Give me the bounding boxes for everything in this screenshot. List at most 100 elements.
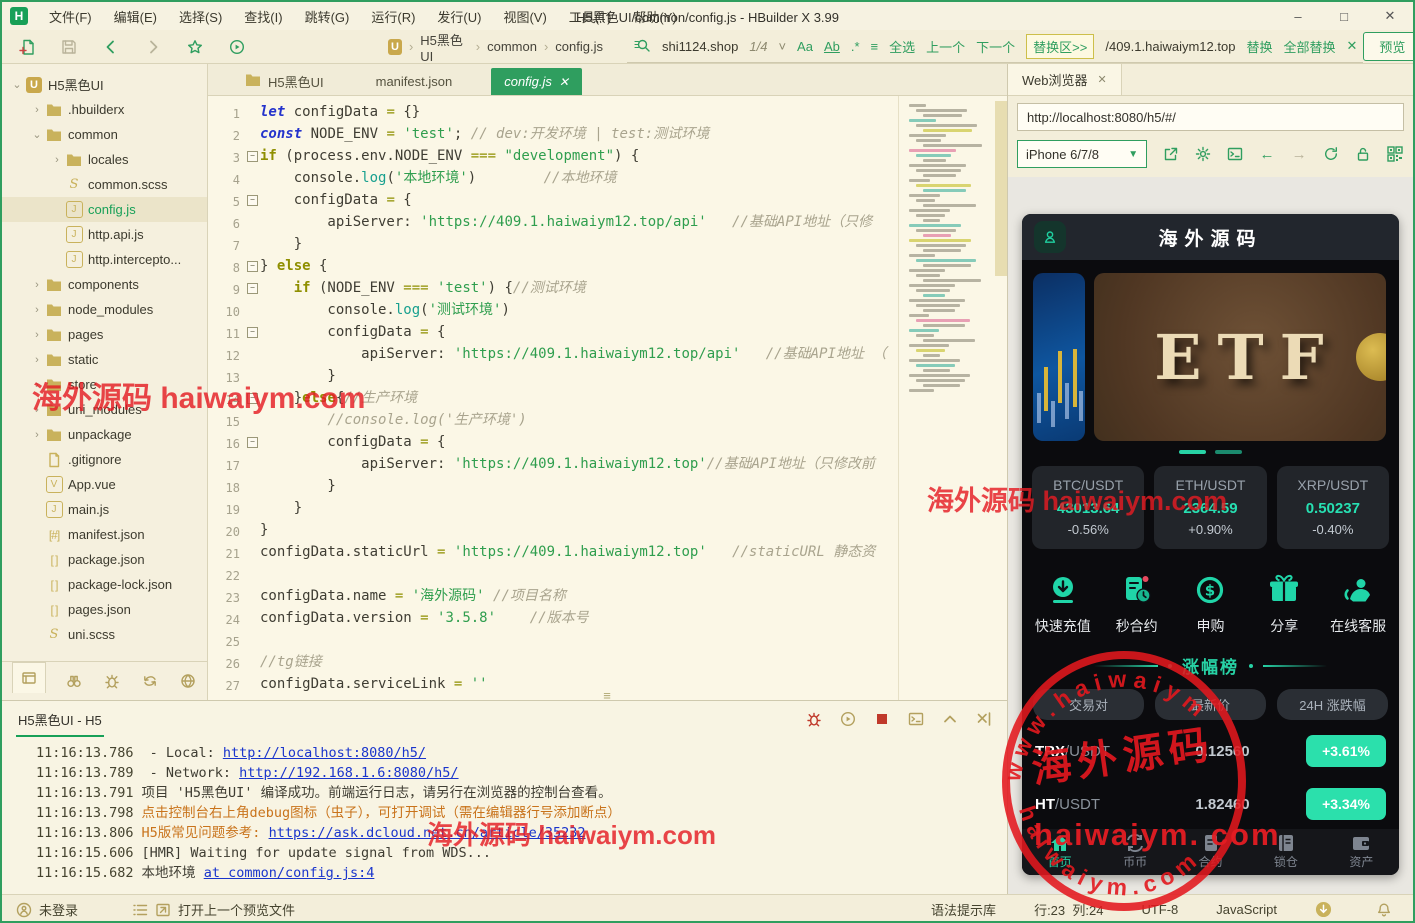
user-avatar-icon[interactable] [1034,221,1066,253]
devtools-icon[interactable] [1226,145,1243,163]
bookmark-star-icon[interactable] [186,38,204,56]
debug-view-icon[interactable] [103,671,122,691]
regex-button[interactable]: .* [851,39,860,54]
files-view-icon[interactable] [12,661,46,693]
replace-button[interactable]: 替换 [1246,37,1272,56]
search-input[interactable]: shi1124.shop [662,39,738,54]
maximize-button[interactable]: □ [1321,2,1367,30]
tree-item[interactable]: › pages [2,322,207,347]
new-file-icon[interactable] [18,38,36,56]
match-case-button[interactable]: Aa [797,39,813,54]
close-search-icon[interactable]: ✕ [1346,38,1357,54]
console-link[interactable]: at common/config.js:4 [204,865,375,881]
tree-item[interactable]: S uni.scss [2,622,207,647]
menu-item[interactable]: 编辑(E) [103,3,168,30]
minimap-scrollbar[interactable] [995,101,1007,276]
banner-carousel[interactable]: ETF [1022,273,1399,441]
fold-marker-icon[interactable]: − [245,255,260,277]
encoding[interactable]: UTF-8 [1141,902,1178,917]
open-prev-preview[interactable]: 打开上一个预览文件 [178,900,295,919]
in-selection-button[interactable]: ≡ [871,39,879,54]
tree-item[interactable]: › store [2,372,207,397]
banner-slide-etf[interactable]: ETF [1094,273,1386,441]
open-external-icon[interactable] [1162,145,1179,163]
tree-item[interactable]: › node_modules [2,297,207,322]
breadcrumb[interactable]: U › H5黑色UI › common › config.js [378,26,613,68]
ticker-card[interactable]: BTC/USDT 43013.64 -0.56% [1032,466,1145,549]
menu-item[interactable]: 文件(F) [38,3,103,30]
fold-marker-icon[interactable]: − [245,145,260,167]
tree-item[interactable]: S common.scss [2,172,207,197]
tree-item[interactable]: › components [2,272,207,297]
code-area[interactable]: 1 let configData = {} 2 const NODE_ENV =… [208,96,898,700]
device-selector[interactable]: iPhone 6/7/8 ▼ [1017,140,1148,168]
close-button[interactable]: ✕ [1367,2,1413,30]
console-tab[interactable]: H5黑色UI - H5 [16,701,104,738]
menu-item[interactable]: 视图(V) [492,3,557,30]
carousel-dot[interactable] [1179,450,1206,454]
select-all-button[interactable]: 全选 [889,37,915,56]
menu-item[interactable]: 选择(S) [168,3,233,30]
find-next-button[interactable]: 下一个 [976,37,1015,56]
tree-item[interactable]: › locales [2,147,207,172]
rank-row[interactable]: HT/USDT 1.82460 +3.34% [1022,777,1399,830]
tree-item[interactable]: .gitignore [2,447,207,472]
carousel-dot[interactable] [1215,450,1242,454]
minimap[interactable] [898,96,1007,701]
account-icon[interactable] [16,902,33,918]
tree-item[interactable]: ⌄ common [2,122,207,147]
forward-icon[interactable] [144,38,162,56]
tree-item[interactable]: ⌄ U H5黑色UI [2,72,207,97]
login-status[interactable]: 未登录 [39,900,78,919]
tree-item[interactable]: [ ] package-lock.json [2,572,207,597]
feature-4[interactable]: 在线客服 [1321,571,1395,636]
menu-item[interactable]: 跳转(G) [294,3,361,30]
nav-0[interactable]: 首页 [1022,829,1097,875]
tree-item[interactable]: V App.vue [2,472,207,497]
rank-tab[interactable]: 24H 涨跌幅 [1277,689,1388,720]
browser-tab[interactable]: Web浏览器 ✕ [1008,64,1122,95]
cursor-position[interactable]: 行:23 列:24 [1034,900,1103,919]
search-files-icon[interactable] [65,671,84,691]
banner-prev-slide[interactable] [1033,273,1085,441]
tree-item[interactable]: J main.js [2,497,207,522]
close-panel-icon[interactable] [975,710,993,728]
settings-gear-icon[interactable] [1194,145,1211,163]
tree-item[interactable]: J http.intercepto... [2,247,207,272]
preview-file-icon[interactable] [155,902,172,918]
rank-tab[interactable]: 交易对 [1033,689,1144,720]
replace-input[interactable]: /409.1.haiwaiym12.top [1105,39,1235,54]
nav-2[interactable]: 合约 [1173,829,1248,875]
syntax-lib[interactable]: 语法提示库 [931,900,996,919]
debug-icon[interactable] [805,710,823,728]
tree-item[interactable]: › .hbuilderx [2,97,207,122]
breadcrumb-folder[interactable]: common [487,39,537,54]
url-input[interactable]: http://localhost:8080/h5/#/ [1017,103,1404,131]
editor-tab[interactable]: H5黑色UI [232,68,337,95]
update-download-icon[interactable] [1315,901,1332,918]
fold-marker-icon[interactable]: − [245,387,260,409]
breadcrumb-project[interactable]: H5黑色UI [420,30,468,64]
minimize-button[interactable]: – [1275,2,1321,30]
lock-icon[interactable] [1355,145,1372,163]
menu-item[interactable]: 运行(R) [360,3,426,30]
editor-tab[interactable]: config.js ✕ [491,68,582,95]
nav-4[interactable]: 资产 [1324,829,1399,875]
collapse-panel-icon[interactable] [941,710,959,728]
menu-item[interactable]: 发行(U) [426,3,492,30]
rank-tab[interactable]: 最新价 [1155,689,1266,720]
ticker-card[interactable]: ETH/USDT 2364.59 +0.90% [1154,466,1267,549]
tree-item[interactable]: [ ] pages.json [2,597,207,622]
console-link[interactable]: http://192.168.1.6:8080/h5/ [239,765,458,781]
rank-row[interactable]: TRX/USDT 0.12560 +3.61% [1022,724,1399,777]
nav-forward-icon[interactable]: → [1291,145,1308,163]
tree-item[interactable]: › uni_modules [2,397,207,422]
splitter-grip[interactable]: ≡ [603,688,612,703]
stop-icon[interactable] [873,710,891,728]
tree-item[interactable]: J config.js [2,197,207,222]
restart-icon[interactable] [839,710,857,728]
save-icon[interactable] [60,38,78,56]
preview-button[interactable]: 预览 [1363,32,1413,61]
web-view-icon[interactable] [178,671,197,691]
whole-word-button[interactable]: Ab [824,39,840,54]
